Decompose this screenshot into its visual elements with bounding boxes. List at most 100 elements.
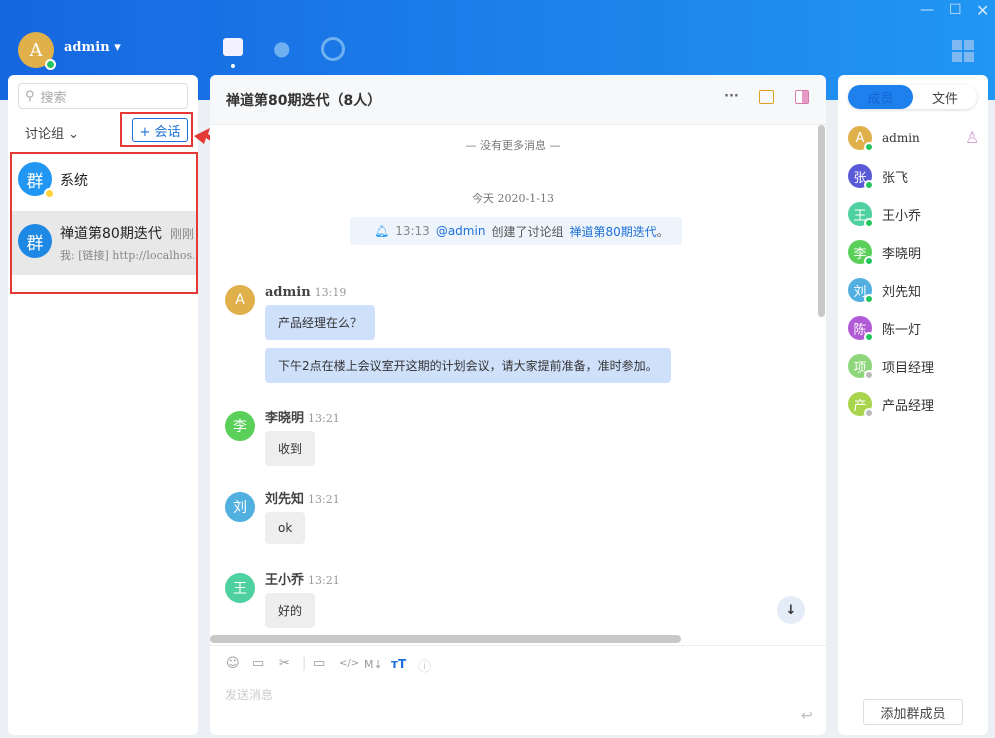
avatar-initial: A [855,130,865,146]
member-item[interactable]: 王王小乔 [848,202,922,228]
message-bubble: 产品经理在么？ [265,305,376,340]
member-avatar: 王 [848,202,874,228]
message-avatar[interactable]: 王 [225,573,255,603]
message: 刘 刘先知 13:21 ok [225,488,340,544]
message-bubble: 下午2点在楼上会议室开这期的计划会议，请大家提前准备，准时参加。 [265,348,671,383]
filter-label: 讨论组 [25,127,65,142]
toolbar-divider: | [302,656,307,671]
member-item[interactable]: 张张飞 [848,164,909,190]
member-name: admin [882,131,920,145]
search-placeholder: 搜索 [40,90,67,106]
sender-name: 刘先知 [265,492,305,507]
member-item[interactable]: 刘刘先知 [848,278,922,304]
sender-name: 李晓明 [265,411,305,426]
close-button[interactable]: ✕ [976,1,989,20]
search-icon: ⚲ [25,88,35,104]
add-member-button[interactable]: 添加群成员 [863,699,963,725]
toggle-sidebar-icon[interactable] [795,90,809,104]
message-bubble: ok [265,512,306,544]
avatar-initial: 王 [233,581,247,597]
member-name: 李晓明 [882,246,922,262]
member-item[interactable]: 产产品经理 [848,392,935,418]
horizontal-scrollbar[interactable] [210,635,681,643]
member-avatar: 刘 [848,278,874,304]
apps-grid-icon[interactable] [952,40,974,62]
avatar-initial: 刘 [233,500,247,516]
chat-title: 禅道第80期迭代（8人） [226,93,382,109]
message-input[interactable]: 发送消息 [225,686,273,703]
member-item[interactable]: 李李晓明 [848,240,922,266]
member-item[interactable]: 陈陈一灯 [848,316,922,342]
member-name: 产品经理 [882,398,935,414]
message: 李 李晓明 13:21 收到 [225,407,340,466]
group-link[interactable]: 禅道第80期迭代 [569,223,656,240]
status-dot [864,332,874,342]
member-avatar: 项 [848,354,874,380]
tab-files[interactable]: 文件 [913,85,977,109]
chat-nav-icon[interactable] [223,38,243,56]
message-avatar[interactable]: 刘 [225,492,255,522]
username: admin [64,40,110,55]
notice-time: 13:13 [395,224,430,238]
message-bubble: 好的 [265,593,316,628]
avatar-initial: A [235,292,245,308]
member-name: 刘先知 [882,284,922,300]
code-icon[interactable]: </> [339,658,359,669]
member-item[interactable]: Aadmin [848,126,920,152]
vertical-scrollbar[interactable] [818,125,825,317]
message-time: 13:21 [308,574,340,587]
folder-icon[interactable]: ▭ [313,656,325,671]
message: A admin 13:19 产品经理在么？ 下午2点在楼上会议室开这期的计划会议，… [225,285,671,383]
active-indicator [231,64,235,68]
message-avatar[interactable]: 李 [225,411,255,441]
contacts-nav-icon[interactable]: ● [273,38,293,58]
member-item[interactable]: 项项目经理 [848,354,934,380]
notice-text: 创建了讨论组 [491,224,564,239]
bell-icon: 🔔︎ [374,224,390,238]
status-dot [864,180,874,190]
scroll-to-bottom-button[interactable]: ↓ [777,596,805,624]
status-dot [864,218,874,228]
member-name: 王小乔 [882,208,922,224]
send-icon[interactable]: ↩ [801,708,813,724]
message-time: 13:19 [314,286,347,299]
member-name: 张飞 [882,170,909,186]
font-size-icon[interactable]: тT [391,657,406,671]
member-avatar: 产 [848,392,874,418]
member-name: 陈一灯 [882,322,922,338]
tab-members[interactable]: 成员 [848,85,913,109]
message-avatar[interactable]: A [225,285,255,315]
member-avatar: 陈 [848,316,874,342]
avatar-initial: 李 [233,419,247,435]
screenshot-icon[interactable]: ✂ [279,656,290,671]
status-dot [864,294,874,304]
help-icon[interactable]: ⓘ [418,656,431,675]
minimize-button[interactable]: — [920,2,934,18]
history-icon[interactable] [759,90,774,104]
status-dot [864,142,874,152]
status-dot [864,408,874,418]
highlight-box [10,152,198,294]
discover-nav-icon[interactable] [321,37,345,61]
image-icon[interactable]: ▭ [252,656,264,671]
group-filter-dropdown[interactable]: 讨论组 ⌄ [25,123,79,142]
date-divider: 今天 2020-1-13 [472,192,554,205]
user-menu[interactable]: admin ▾ [64,40,121,55]
markdown-icon[interactable]: M↓ [364,658,383,671]
divider [210,645,826,646]
members-tabs: 成员 文件 [848,85,977,109]
new-chat-button[interactable]: + 会话 [132,118,188,142]
more-options-button[interactable]: ··· [724,89,739,104]
message-time: 13:21 [308,412,340,425]
member-avatar: 张 [848,164,874,190]
search-input[interactable]: ⚲ 搜索 [18,83,188,109]
message: 王 王小乔 13:21 好的 [225,569,340,628]
maximize-button[interactable]: ☐ [949,2,962,18]
mention-link[interactable]: @admin [436,224,486,238]
system-notice: 🔔︎ 13:13 @admin 创建了讨论组 禅道第80期迭代。 [350,217,682,245]
user-avatar[interactable]: A [18,32,56,70]
message-time: 13:21 [308,493,340,506]
notice-end: 。 [656,224,669,239]
owner-icon: ♙ [965,128,980,147]
emoji-icon[interactable]: ☺ [226,656,240,671]
